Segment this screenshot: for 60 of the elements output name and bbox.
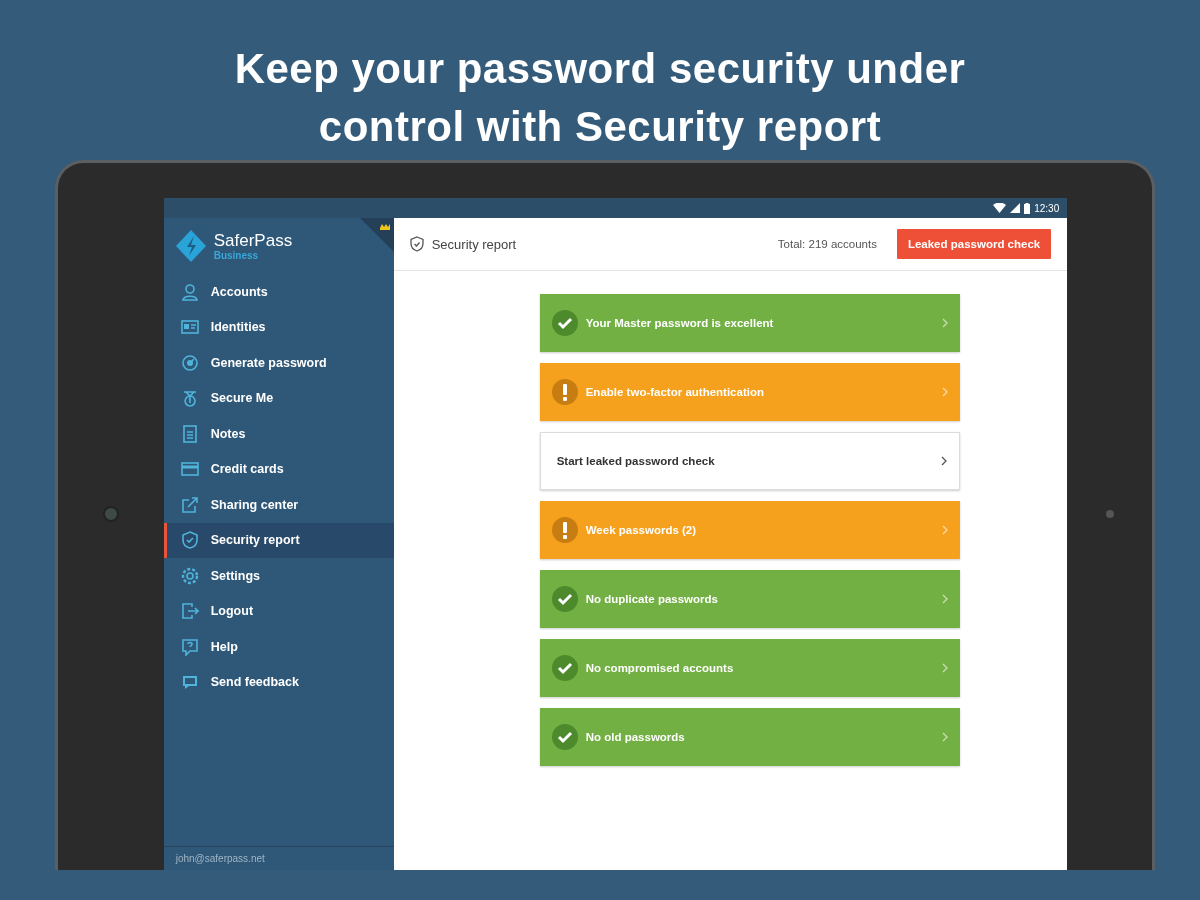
chevron-icon: [941, 387, 948, 397]
account-total: Total: 219 accounts: [777, 238, 877, 250]
account-email: john@saferpass.net: [163, 846, 394, 870]
sidebar-item[interactable]: Notes: [163, 416, 394, 452]
exclamation-icon: [551, 379, 578, 405]
chevron-icon: [941, 663, 948, 673]
chevron-icon: [940, 456, 947, 466]
wifi-icon: [993, 203, 1007, 213]
sidebar-item-icon: [180, 566, 199, 585]
sidebar-item-icon: [180, 602, 199, 621]
action-card[interactable]: Start leaked password check: [539, 432, 960, 490]
camera-icon: [102, 506, 119, 522]
sidebar-item-icon: [180, 531, 199, 550]
card-label: Enable two-factor authentication: [585, 386, 765, 398]
sidebar-item-icon: [180, 637, 199, 656]
checkmark-icon: [551, 724, 578, 750]
sensor-icon: [1105, 510, 1114, 518]
edition-label: Business: [213, 249, 260, 261]
sidebar-item-icon: [180, 460, 199, 479]
battery-icon: [1024, 202, 1031, 214]
chevron-icon: [941, 594, 948, 604]
sidebar-item[interactable]: Identities: [163, 309, 394, 345]
sidebar-item-icon: [180, 495, 199, 514]
card-label: Week passwords (2): [585, 524, 698, 536]
checkmark-icon: [551, 310, 578, 336]
sidebar-item[interactable]: Secure Me: [163, 380, 394, 416]
sidebar-item-icon: [180, 424, 199, 443]
exclamation-icon: [551, 517, 578, 543]
card-label: Your Master password is excellent: [585, 317, 775, 329]
chevron-icon: [941, 525, 948, 535]
logo-icon: [175, 230, 206, 262]
sidebar-item[interactable]: Sharing center: [163, 487, 394, 523]
card-label: No duplicate passwords: [585, 593, 719, 605]
chevron-icon: [941, 318, 948, 328]
sidebar-item[interactable]: Credit cards: [163, 451, 394, 487]
sidebar-item[interactable]: Accounts: [163, 274, 394, 310]
sidebar-item[interactable]: Generate password: [163, 345, 394, 381]
sidebar-item-icon: [180, 673, 199, 692]
card-label: No old passwords: [585, 731, 686, 743]
sidebar-item-icon: [180, 353, 199, 372]
sidebar-item-icon: [180, 318, 199, 337]
signal-icon: [1010, 203, 1021, 213]
sidebar-item[interactable]: Help: [163, 629, 394, 665]
headline: Keep your password security under control with Security report: [233, 44, 967, 152]
sidebar-item[interactable]: Logout: [163, 593, 394, 629]
page-title: Security report: [431, 236, 518, 252]
sidebar-item-icon: [180, 282, 199, 301]
brand-name: SaferPass: [213, 231, 293, 250]
crown-corner-icon: [359, 218, 394, 252]
clock-time: 12:30: [1034, 202, 1060, 214]
checkmark-icon: [551, 655, 578, 681]
checkmark-icon: [551, 586, 578, 612]
card-label: No compromised accounts: [585, 662, 735, 674]
chevron-icon: [941, 732, 948, 742]
sidebar-item[interactable]: Settings: [163, 558, 394, 594]
shield-icon: [409, 236, 424, 252]
card-label: Start leaked password check: [556, 455, 716, 467]
sidebar-item[interactable]: Send feedback: [163, 664, 394, 700]
sidebar-item[interactable]: Security report: [163, 522, 394, 558]
leaked-password-check-button[interactable]: Leaked password check: [896, 229, 1052, 259]
